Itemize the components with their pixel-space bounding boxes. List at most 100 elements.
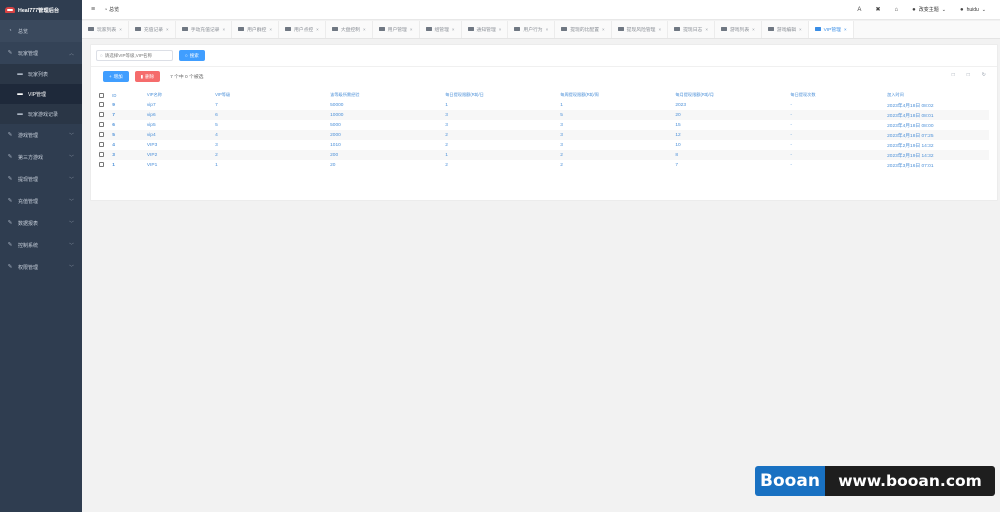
table-row[interactable]: 5 vip4 4 2000 2 3 12-2023年4月18日 07:25 (99, 130, 989, 140)
column-header[interactable]: VIP名称 (147, 90, 215, 100)
row-checkbox[interactable] (99, 132, 104, 138)
close-icon[interactable]: × (658, 27, 661, 32)
export-icon[interactable]: □ (967, 72, 970, 78)
tab-item[interactable]: 组管理 × (420, 21, 462, 38)
row-checkbox[interactable] (99, 102, 104, 108)
column-header[interactable]: 该等级所需经验 (330, 90, 445, 100)
column-header[interactable]: 每日提现限额(R$)/日 (445, 90, 560, 100)
theme-switcher[interactable]: ● 改变主题 ⌄ (912, 6, 946, 14)
close-icon[interactable]: × (222, 27, 225, 32)
delete-button[interactable]: ▮ 删除 (134, 71, 161, 82)
watermark-url: www.booan.com (825, 466, 995, 496)
row-checkbox[interactable] (99, 162, 104, 168)
close-icon[interactable]: × (410, 27, 413, 32)
columns-icon[interactable]: □ (952, 72, 955, 78)
close-icon[interactable]: × (602, 27, 605, 32)
cell-name[interactable]: vip4 (146, 130, 216, 140)
cell-id[interactable]: 9 (112, 100, 147, 110)
cell-id[interactable]: 4 (112, 140, 147, 150)
tab-item[interactable]: 手动充值记录 × (176, 21, 233, 38)
tab-item[interactable]: 通知管理 × (462, 21, 509, 38)
select-all-checkbox[interactable] (99, 92, 104, 98)
close-icon[interactable]: × (452, 27, 455, 32)
fullscreen-icon[interactable]: ✖ (875, 6, 880, 13)
column-header[interactable]: VIP等级 (215, 90, 330, 100)
close-icon[interactable]: × (166, 27, 169, 32)
tab-item[interactable]: 游戏编辑 × (762, 21, 809, 38)
cell-name[interactable]: VIP3 (147, 140, 215, 150)
table-row[interactable]: 4 VIP3 3 1010 2 3 10-2023年2月19日 14:32 (99, 140, 989, 150)
sidebar-item-player-management[interactable]: ✎ 玩家管理 ︿ (0, 42, 82, 64)
column-header[interactable]: 加入时间 (887, 90, 989, 100)
column-header[interactable]: 每月提现限额(R$)/月 (675, 90, 790, 100)
cell-name[interactable]: vip6 (146, 110, 216, 120)
sidebar-item-third-party-games[interactable]: ✎ 第三方游戏 ﹀ (0, 146, 82, 168)
table-row[interactable]: 9 vip7 7 50000 1 1 2023 - 2023年4月18日 08:02 (99, 100, 989, 110)
close-icon[interactable]: × (705, 27, 708, 32)
sidebar-item-player-list[interactable]: ▬ 玩家列表 (0, 64, 82, 84)
menu-toggle-icon[interactable]: ≡ (91, 6, 95, 13)
cell-id[interactable]: 7 (112, 110, 147, 120)
table-row[interactable]: 1 VIP1 1 20 2 2 7 - 2023年3月16日 07:01 (99, 160, 989, 170)
table-row[interactable]: 7 vip6 6 10000 3 5 20-2023年4月18日 08:01 (99, 110, 989, 120)
cell-id[interactable]: 3 (112, 150, 147, 160)
refresh-icon[interactable]: ↻ (982, 72, 986, 78)
tab-item[interactable]: 充值记录 × (129, 21, 176, 38)
search-button[interactable]: ○ 搜索 (179, 50, 205, 61)
close-icon[interactable]: × (119, 27, 122, 32)
close-icon[interactable]: × (844, 27, 847, 32)
cell-id[interactable]: 5 (112, 130, 147, 140)
sidebar-item-permission-management[interactable]: ✎ 权限管理 ﹀ (0, 256, 82, 278)
sidebar-item-recharge-management[interactable]: ✎ 充值管理 ﹀ (0, 190, 82, 212)
row-checkbox[interactable] (99, 142, 104, 148)
close-icon[interactable]: × (799, 27, 802, 32)
tab-item[interactable]: 游戏列表 × (715, 21, 762, 38)
sidebar-item-overview[interactable]: ◔ 总览 (0, 20, 82, 42)
column-header[interactable]: ID (112, 90, 147, 100)
tab-item[interactable]: 玩家列表 × (82, 21, 129, 38)
cell-name[interactable]: VIP1 (147, 160, 215, 170)
search-box[interactable]: ○ (96, 50, 173, 61)
sidebar-item-game-management[interactable]: ✎ 游戏管理 ﹀ (0, 124, 82, 146)
column-header[interactable]: 每周提现限额(R$)/周 (560, 90, 675, 100)
row-checkbox[interactable] (99, 152, 104, 158)
close-icon[interactable]: × (316, 27, 319, 32)
tab-item[interactable]: 提现的比配置 × (555, 21, 612, 38)
row-checkbox[interactable] (99, 122, 104, 128)
brand[interactable]: Heal777管理后台 (0, 0, 82, 20)
sidebar-item-vip-management[interactable]: ▬ VIP管理 (0, 84, 82, 104)
table-row[interactable]: 6 vip5 5 5000 3 3 15 - 2023年4月18日 08:00 (99, 120, 989, 130)
sidebar-item-control-system[interactable]: ✎ 控制系统 ﹀ (0, 234, 82, 256)
tab-item[interactable]: 用户群控 × (232, 21, 279, 38)
cell-id[interactable]: 6 (112, 120, 147, 130)
tab-item[interactable]: 用户点控 × (279, 21, 326, 38)
tab-item[interactable]: 大盘控制 × (326, 21, 373, 38)
sidebar-item-data-reports[interactable]: ✎ 数据报表 ﹀ (0, 212, 82, 234)
add-button[interactable]: + 增加 (103, 71, 129, 82)
tab-item[interactable]: 提现风险管理 × (612, 21, 669, 38)
tab-item[interactable]: 提现日志 × (668, 21, 715, 38)
cell-name[interactable]: VIP2 (146, 150, 216, 160)
table-row[interactable]: 3 VIP2 2 200 1 2 8-2023年2月19日 14:32 (99, 150, 989, 160)
search-input[interactable] (104, 53, 170, 58)
sidebar-item-player-game-records[interactable]: ▬ 玩家游戏记录 (0, 104, 82, 124)
sidebar-item-withdrawal-management[interactable]: ✎ 提现管理 ﹀ (0, 168, 82, 190)
tab-item[interactable]: 用户行为 × (508, 21, 556, 38)
font-size-icon[interactable]: A (857, 7, 861, 13)
tab-item[interactable]: VIP管理 × (808, 21, 854, 38)
cell-name[interactable]: vip5 (147, 120, 215, 130)
row-checkbox[interactable] (99, 112, 104, 118)
column-header[interactable]: 每日提现次数 (790, 90, 887, 100)
close-icon[interactable]: × (269, 27, 272, 32)
close-icon[interactable]: × (499, 27, 502, 32)
breadcrumb[interactable]: ◔ 总览 (104, 6, 119, 14)
user-menu[interactable]: ● huidu ⌄ (960, 7, 986, 13)
tab-label: 玩家列表 (97, 27, 117, 33)
tab-item[interactable]: 用户管理 × (373, 21, 420, 38)
cell-name[interactable]: vip7 (147, 100, 215, 110)
close-icon[interactable]: × (546, 27, 549, 32)
home-icon[interactable]: ⌂ (894, 7, 898, 13)
close-icon[interactable]: × (363, 27, 366, 32)
close-icon[interactable]: × (752, 27, 755, 32)
cell-id[interactable]: 1 (112, 160, 147, 170)
